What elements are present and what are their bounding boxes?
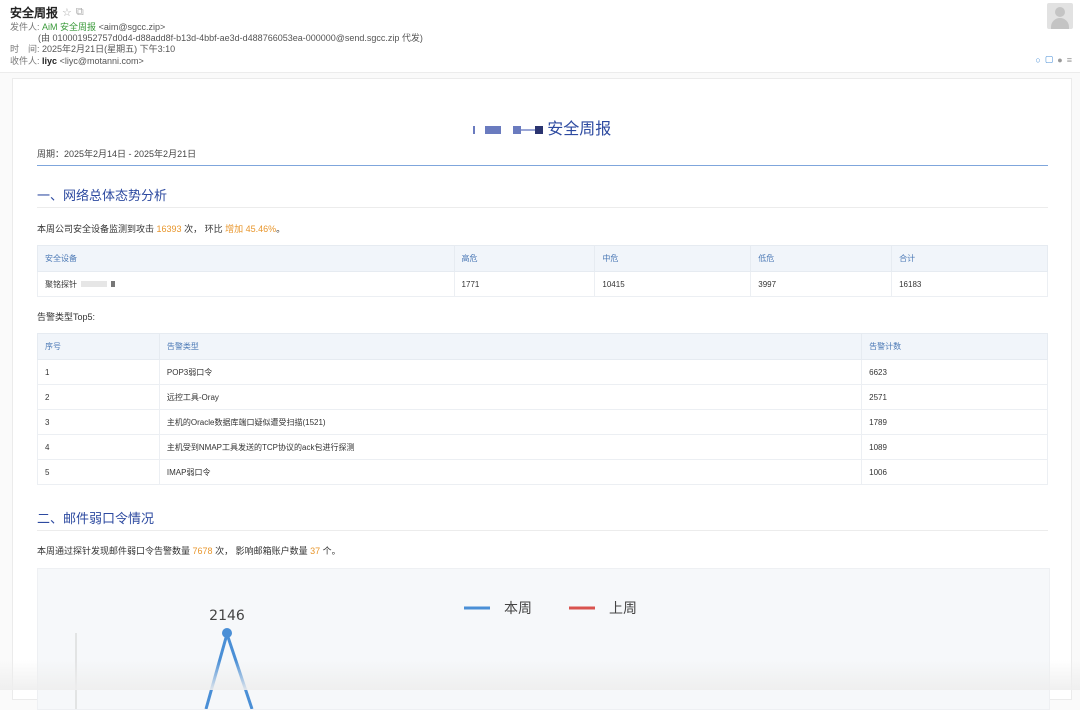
attack-count: 16393 <box>156 224 182 234</box>
star-icon[interactable]: ☆ <box>62 6 72 19</box>
tag-icon[interactable]: ● <box>1057 55 1062 65</box>
table-row: 2 远控工具-Oray 2571 <box>37 384 1048 410</box>
attack-summary: 本周公司安全设备监测到攻击 16393 次， 环比 增加 45.46%。 <box>37 224 286 234</box>
avatar[interactable] <box>1047 3 1073 29</box>
data-label-peak: 2146 <box>209 608 245 624</box>
avatar-head <box>1055 7 1065 17</box>
top5-label: 告警类型Top5: <box>37 312 96 322</box>
mail-subject: 安全周报 ☆ ⧉ <box>10 6 84 20</box>
section-divider <box>37 530 1048 531</box>
section-network-heading: 一、网络总体态势分析 <box>37 188 168 203</box>
note-icon[interactable]: ▢ <box>1045 54 1054 65</box>
legend-label-last-week: 上周 <box>609 601 637 617</box>
mail-toolbar: ○ ▢ ● ≡ <box>1035 54 1072 65</box>
email-weak-summary: 本周通过探针发现邮件弱口令告警数量 7678 次， 影响邮箱账户数量 37 个。 <box>37 546 341 556</box>
redacted-text <box>81 281 107 288</box>
device-cell: 聚铭探针 <box>37 271 455 297</box>
report-card: 安全周报 周期：2025年2月14日 - 2025年2月21日 一、网络总体态势… <box>12 78 1072 710</box>
attack-change: 增加 45.46% <box>225 224 277 234</box>
mail-header: 安全周报 ☆ ⧉ 发件人: AiM 安全周报 <aim@sgcc.zip> (由… <box>0 0 1080 73</box>
avatar-body <box>1051 18 1069 29</box>
table-row: 3 主机的Oracle数据库端口疑似遭受扫描(1521) 1789 <box>37 409 1048 435</box>
section-divider <box>37 207 1048 208</box>
redacted-logo <box>472 121 547 138</box>
recipient-line: 收件人: liyc <liyc@motanni.com> <box>10 56 144 66</box>
search-icon[interactable]: ○ <box>1035 55 1040 65</box>
legend-label-this-week: 本周 <box>504 601 532 617</box>
section-email-heading: 二、邮件弱口令情况 <box>37 511 155 526</box>
table-row: 1 POP3弱口令 6623 <box>37 359 1048 385</box>
report-title: 安全周报 <box>13 115 1071 139</box>
device-table: 安全设备 高危 中危 低危 合计 聚铭探针 1771 10415 3997 16… <box>37 245 1048 297</box>
more-icon[interactable]: ≡ <box>1067 55 1072 65</box>
title-divider <box>37 165 1048 166</box>
data-point-peak <box>222 628 232 638</box>
table-header-row: 安全设备 高危 中危 低危 合计 <box>37 245 1048 272</box>
recipient-name[interactable]: liyc <box>42 56 57 66</box>
email-account-count: 37 <box>310 546 321 556</box>
email-alert-count: 7678 <box>192 546 213 556</box>
table-row: 聚铭探针 1771 10415 3997 16183 <box>37 271 1048 297</box>
table-row: 5 IMAP弱口令 1006 <box>37 459 1048 485</box>
recipient-email: <liyc@motanni.com> <box>59 56 144 66</box>
bottom-fade <box>0 660 1080 690</box>
popout-window-icon[interactable]: ⧉ <box>76 6 84 19</box>
table-row: 4 主机受到NMAP工具发送的TCP协议的ack包进行探测 1089 <box>37 434 1048 460</box>
report-period: 周期：2025年2月14日 - 2025年2月21日 <box>37 149 197 159</box>
table-header-row: 序号 告警类型 告警计数 <box>37 333 1048 360</box>
alert-type-table: 序号 告警类型 告警计数 1 POP3弱口令 6623 2 远控工具-Oray … <box>37 333 1048 485</box>
